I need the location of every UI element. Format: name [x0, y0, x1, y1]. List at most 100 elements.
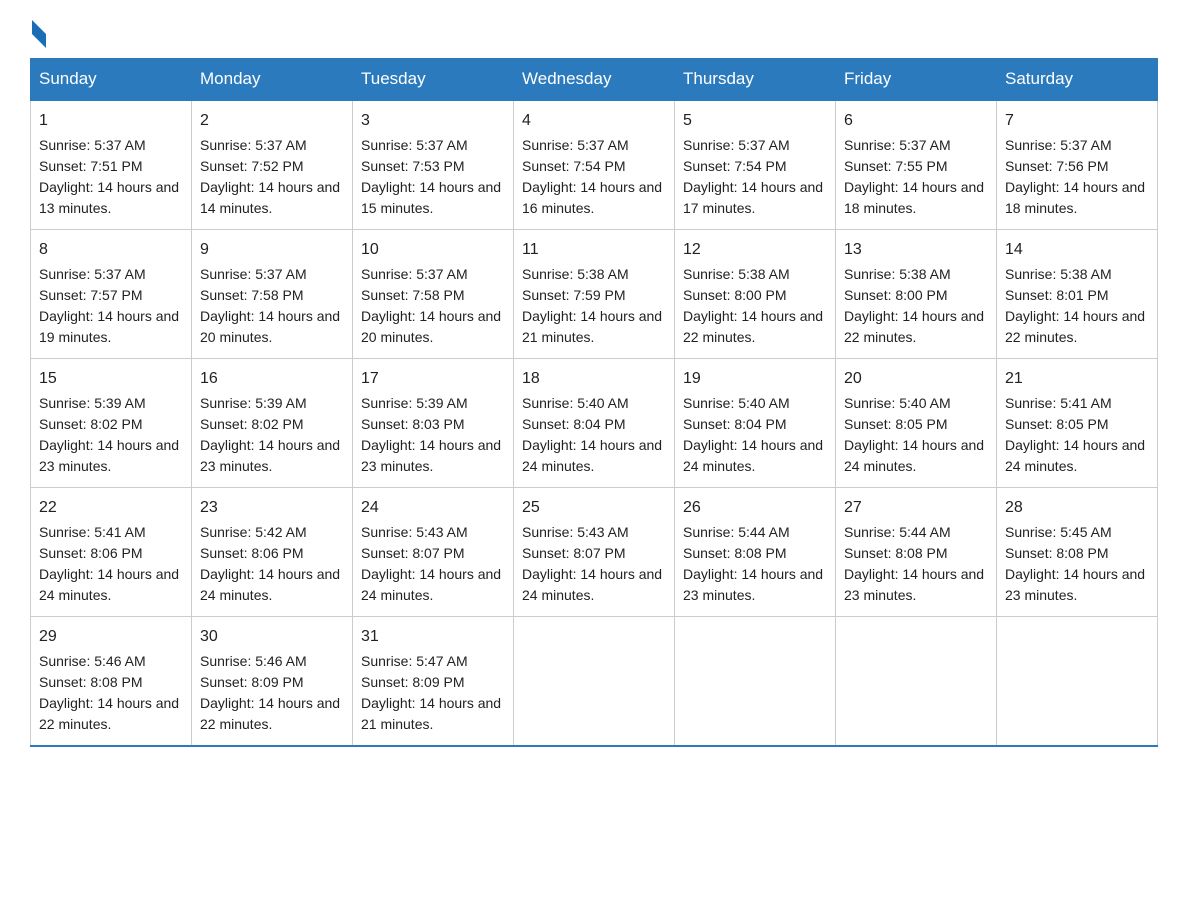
calendar-day-cell: 10 Sunrise: 5:37 AM Sunset: 7:58 PM Dayl…	[353, 230, 514, 359]
sunrise-text: Sunrise: 5:37 AM	[361, 137, 468, 153]
weekday-header-saturday: Saturday	[997, 59, 1158, 101]
daylight-text: Daylight: 14 hours and 23 minutes.	[1005, 566, 1145, 603]
day-number: 8	[39, 238, 183, 262]
calendar-day-cell: 29 Sunrise: 5:46 AM Sunset: 8:08 PM Dayl…	[31, 617, 192, 747]
daylight-text: Daylight: 14 hours and 24 minutes.	[844, 437, 984, 474]
day-number: 27	[844, 496, 988, 520]
daylight-text: Daylight: 14 hours and 21 minutes.	[361, 695, 501, 732]
sunset-text: Sunset: 8:08 PM	[1005, 545, 1109, 561]
sunset-text: Sunset: 8:04 PM	[683, 416, 787, 432]
sunset-text: Sunset: 7:55 PM	[844, 158, 948, 174]
sunrise-text: Sunrise: 5:37 AM	[200, 266, 307, 282]
calendar-day-cell: 23 Sunrise: 5:42 AM Sunset: 8:06 PM Dayl…	[192, 488, 353, 617]
sunrise-text: Sunrise: 5:37 AM	[39, 137, 146, 153]
daylight-text: Daylight: 14 hours and 22 minutes.	[683, 308, 823, 345]
daylight-text: Daylight: 14 hours and 16 minutes.	[522, 179, 662, 216]
sunrise-text: Sunrise: 5:43 AM	[522, 524, 629, 540]
sunrise-text: Sunrise: 5:37 AM	[200, 137, 307, 153]
day-number: 10	[361, 238, 505, 262]
daylight-text: Daylight: 14 hours and 24 minutes.	[683, 437, 823, 474]
day-number: 5	[683, 109, 827, 133]
calendar-day-cell: 31 Sunrise: 5:47 AM Sunset: 8:09 PM Dayl…	[353, 617, 514, 747]
sunrise-text: Sunrise: 5:41 AM	[1005, 395, 1112, 411]
sunrise-text: Sunrise: 5:44 AM	[844, 524, 951, 540]
calendar-day-cell: 7 Sunrise: 5:37 AM Sunset: 7:56 PM Dayli…	[997, 100, 1158, 230]
calendar-week-row: 22 Sunrise: 5:41 AM Sunset: 8:06 PM Dayl…	[31, 488, 1158, 617]
day-number: 14	[1005, 238, 1149, 262]
day-number: 16	[200, 367, 344, 391]
sunset-text: Sunset: 8:08 PM	[683, 545, 787, 561]
daylight-text: Daylight: 14 hours and 20 minutes.	[361, 308, 501, 345]
sunset-text: Sunset: 8:09 PM	[200, 674, 304, 690]
calendar-day-cell: 8 Sunrise: 5:37 AM Sunset: 7:57 PM Dayli…	[31, 230, 192, 359]
daylight-text: Daylight: 14 hours and 19 minutes.	[39, 308, 179, 345]
weekday-header-tuesday: Tuesday	[353, 59, 514, 101]
calendar-day-cell	[997, 617, 1158, 747]
day-number: 18	[522, 367, 666, 391]
calendar-day-cell: 15 Sunrise: 5:39 AM Sunset: 8:02 PM Dayl…	[31, 359, 192, 488]
sunset-text: Sunset: 7:59 PM	[522, 287, 626, 303]
sunset-text: Sunset: 8:05 PM	[844, 416, 948, 432]
sunset-text: Sunset: 8:02 PM	[200, 416, 304, 432]
calendar-day-cell: 3 Sunrise: 5:37 AM Sunset: 7:53 PM Dayli…	[353, 100, 514, 230]
sunrise-text: Sunrise: 5:38 AM	[522, 266, 629, 282]
calendar-day-cell: 6 Sunrise: 5:37 AM Sunset: 7:55 PM Dayli…	[836, 100, 997, 230]
calendar-day-cell: 21 Sunrise: 5:41 AM Sunset: 8:05 PM Dayl…	[997, 359, 1158, 488]
calendar-day-cell: 17 Sunrise: 5:39 AM Sunset: 8:03 PM Dayl…	[353, 359, 514, 488]
day-number: 7	[1005, 109, 1149, 133]
day-number: 3	[361, 109, 505, 133]
calendar-day-cell: 4 Sunrise: 5:37 AM Sunset: 7:54 PM Dayli…	[514, 100, 675, 230]
calendar-day-cell: 25 Sunrise: 5:43 AM Sunset: 8:07 PM Dayl…	[514, 488, 675, 617]
sunrise-text: Sunrise: 5:39 AM	[361, 395, 468, 411]
calendar-day-cell: 18 Sunrise: 5:40 AM Sunset: 8:04 PM Dayl…	[514, 359, 675, 488]
sunrise-text: Sunrise: 5:45 AM	[1005, 524, 1112, 540]
daylight-text: Daylight: 14 hours and 21 minutes.	[522, 308, 662, 345]
sunrise-text: Sunrise: 5:40 AM	[522, 395, 629, 411]
sunset-text: Sunset: 8:04 PM	[522, 416, 626, 432]
sunset-text: Sunset: 8:06 PM	[200, 545, 304, 561]
calendar-week-row: 29 Sunrise: 5:46 AM Sunset: 8:08 PM Dayl…	[31, 617, 1158, 747]
day-number: 4	[522, 109, 666, 133]
daylight-text: Daylight: 14 hours and 22 minutes.	[844, 308, 984, 345]
sunrise-text: Sunrise: 5:46 AM	[39, 653, 146, 669]
day-number: 29	[39, 625, 183, 649]
sunrise-text: Sunrise: 5:37 AM	[39, 266, 146, 282]
daylight-text: Daylight: 14 hours and 22 minutes.	[200, 695, 340, 732]
calendar-week-row: 1 Sunrise: 5:37 AM Sunset: 7:51 PM Dayli…	[31, 100, 1158, 230]
sunset-text: Sunset: 8:07 PM	[522, 545, 626, 561]
day-number: 11	[522, 238, 666, 262]
day-number: 9	[200, 238, 344, 262]
day-number: 31	[361, 625, 505, 649]
daylight-text: Daylight: 14 hours and 15 minutes.	[361, 179, 501, 216]
calendar-day-cell: 12 Sunrise: 5:38 AM Sunset: 8:00 PM Dayl…	[675, 230, 836, 359]
day-number: 15	[39, 367, 183, 391]
sunset-text: Sunset: 8:00 PM	[844, 287, 948, 303]
calendar-day-cell: 26 Sunrise: 5:44 AM Sunset: 8:08 PM Dayl…	[675, 488, 836, 617]
calendar-day-cell	[514, 617, 675, 747]
day-number: 13	[844, 238, 988, 262]
sunset-text: Sunset: 8:06 PM	[39, 545, 143, 561]
sunrise-text: Sunrise: 5:39 AM	[39, 395, 146, 411]
sunrise-text: Sunrise: 5:37 AM	[844, 137, 951, 153]
calendar-table: SundayMondayTuesdayWednesdayThursdayFrid…	[30, 58, 1158, 747]
weekday-header-thursday: Thursday	[675, 59, 836, 101]
sunrise-text: Sunrise: 5:37 AM	[683, 137, 790, 153]
day-number: 24	[361, 496, 505, 520]
daylight-text: Daylight: 14 hours and 24 minutes.	[1005, 437, 1145, 474]
sunset-text: Sunset: 8:08 PM	[39, 674, 143, 690]
sunrise-text: Sunrise: 5:44 AM	[683, 524, 790, 540]
day-number: 17	[361, 367, 505, 391]
calendar-week-row: 8 Sunrise: 5:37 AM Sunset: 7:57 PM Dayli…	[31, 230, 1158, 359]
sunset-text: Sunset: 8:07 PM	[361, 545, 465, 561]
daylight-text: Daylight: 14 hours and 24 minutes.	[522, 437, 662, 474]
day-number: 26	[683, 496, 827, 520]
daylight-text: Daylight: 14 hours and 24 minutes.	[361, 566, 501, 603]
weekday-header-friday: Friday	[836, 59, 997, 101]
calendar-day-cell: 30 Sunrise: 5:46 AM Sunset: 8:09 PM Dayl…	[192, 617, 353, 747]
sunrise-text: Sunrise: 5:37 AM	[361, 266, 468, 282]
daylight-text: Daylight: 14 hours and 23 minutes.	[200, 437, 340, 474]
daylight-text: Daylight: 14 hours and 20 minutes.	[200, 308, 340, 345]
sunrise-text: Sunrise: 5:40 AM	[683, 395, 790, 411]
sunrise-text: Sunrise: 5:37 AM	[1005, 137, 1112, 153]
sunset-text: Sunset: 8:05 PM	[1005, 416, 1109, 432]
